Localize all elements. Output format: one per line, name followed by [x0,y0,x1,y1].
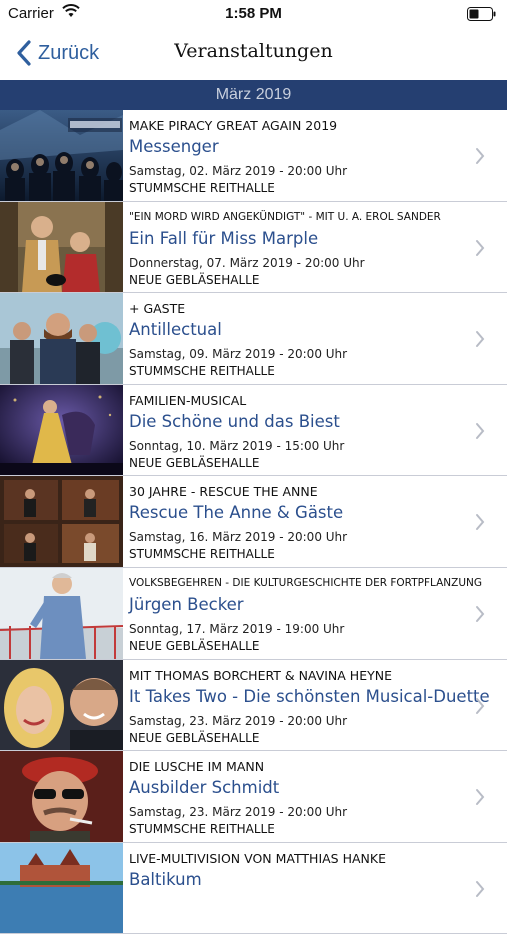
event-subtitle: MAKE PIRACY GREAT AGAIN 2019 [129,118,338,133]
event-subtitle: 30 JAHRE - RESCUE THE ANNE [129,484,318,500]
event-row[interactable]: VOLKSBEGEHREN - DIE KULTURGESCHICHTE DER… [0,567,507,660]
event-subtitle: LIVE-MULTIVISION VON MATTHIAS HANKE [129,850,386,866]
event-subtitle: + GASTE [129,301,186,317]
status-time: 1:58 PM [225,5,282,22]
event-row[interactable]: LIVE-MULTIVISION VON MATTHIAS HANKE Balt… [0,842,507,934]
event-venue: NEUE GEBLÄSEHALLE [129,730,260,745]
event-date: Sonntag, 17. März 2019 - 19:00 Uhr [129,621,345,636]
event-title: Rescue The Anne & Gäste [129,503,344,523]
event-row[interactable]: MIT THOMAS BORCHERT & NAVINA HEYNE It Ta… [0,659,507,752]
messenger-band-photo [0,110,123,201]
battery-icon [467,7,497,25]
event-title: Messenger [129,137,219,156]
event-date: Samstag, 09. März 2019 - 20:00 Uhr [129,347,348,362]
event-title: Ausbilder Schmidt [129,778,280,798]
antillectual-band-photo [0,293,123,384]
event-row[interactable]: "EIN MORD WIRD ANGEKÜNDIGT" - MIT U. A. … [0,201,507,294]
event-title: Jürgen Becker [129,594,244,614]
chevron-right-icon [476,697,485,714]
miss-marple-cast-photo [0,201,123,293]
event-venue: STUMMSCHE REITHALLE [129,822,275,837]
event-venue: STUMMSCHE REITHALLE [129,364,275,379]
event-list: MAKE PIRACY GREAT AGAIN 2019 Messenger S… [0,110,507,934]
event-venue: NEUE GEBLÄSEHALLE [129,272,260,287]
event-date: Samstag, 23. März 2019 - 20:00 Uhr [129,805,348,820]
chevron-right-icon [476,239,485,256]
event-row[interactable]: + GASTE Antillectual Samstag, 09. März 2… [0,293,507,385]
event-subtitle: MIT THOMAS BORCHERT & NAVINA HEYNE [129,667,392,683]
event-date: Samstag, 23. März 2019 - 20:00 Uhr [129,713,348,728]
event-venue: NEUE GEBLÄSEHALLE [129,638,260,653]
event-title: Die Schöne und das Biest [129,411,340,431]
event-date: Samstag, 16. März 2019 - 20:00 Uhr [129,530,348,545]
event-title: Antillectual [129,320,222,340]
event-row[interactable]: DIE LUSCHE IM MANN Ausbilder Schmidt Sam… [0,751,507,843]
event-date: Sonntag, 10. März 2019 - 15:00 Uhr [129,438,345,453]
event-subtitle: "EIN MORD WIRD ANGEKÜNDIGT" - MIT U. A. … [129,210,441,223]
page-title: Veranstaltungen [174,40,333,62]
musical-stage-photo [0,384,123,476]
duo-singers-photo [0,659,123,751]
chevron-right-icon [476,422,485,439]
event-title: Baltikum [129,869,202,889]
comedian-photo [0,567,123,659]
chevron-right-icon [476,789,485,806]
status-bar: Carrier 1:58 PM [0,0,507,28]
section-header-month: März 2019 [0,80,507,110]
event-venue: STUMMSCHE REITHALLE [129,547,275,562]
event-date: Samstag, 02. März 2019 - 20:00 Uhr [129,164,348,178]
event-venue: STUMMSCHE REITHALLE [129,181,275,195]
event-venue: NEUE GEBLÄSEHALLE [129,455,260,470]
event-row[interactable]: 30 JAHRE - RESCUE THE ANNE Rescue The An… [0,476,507,568]
event-title: It Takes Two - Die schönsten Musical-Due… [129,686,490,706]
band-collage-photo [0,476,123,567]
event-date: Donnerstag, 07. März 2019 - 20:00 Uhr [129,255,365,270]
event-row[interactable]: FAMILIEN-MUSICAL Die Schöne und das Bies… [0,384,507,477]
castle-landscape-photo [0,842,123,934]
chevron-right-icon [476,331,485,348]
event-subtitle: FAMILIEN-MUSICAL [129,392,247,408]
ausbilder-schmidt-photo [0,751,123,842]
chevron-right-icon [476,148,485,164]
chevron-right-icon [476,514,485,531]
event-row[interactable]: MAKE PIRACY GREAT AGAIN 2019 Messenger S… [0,110,507,202]
chevron-right-icon [476,880,485,897]
event-title: Ein Fall für Miss Marple [129,228,319,248]
navigation-bar: Zurück Veranstaltungen [0,28,507,80]
event-subtitle: VOLKSBEGEHREN - DIE KULTURGESCHICHTE DER… [129,576,483,589]
chevron-right-icon [476,605,485,622]
event-subtitle: DIE LUSCHE IM MANN [129,759,265,775]
